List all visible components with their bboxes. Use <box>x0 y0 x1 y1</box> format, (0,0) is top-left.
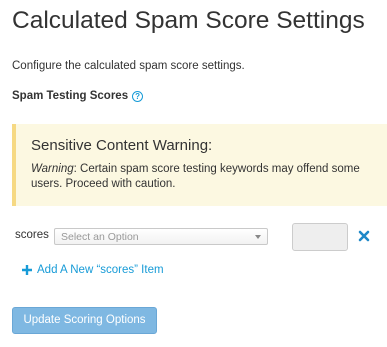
section-label: Spam Testing Scores ? <box>12 88 144 104</box>
page-description: Configure the calculated spam score sett… <box>12 60 245 72</box>
update-scoring-options-button[interactable]: Update Scoring Options <box>12 307 157 334</box>
chevron-down-icon <box>255 235 261 239</box>
add-new-scores-item-link[interactable]: Add A New “scores” Item <box>22 262 164 278</box>
warning-text: Warning: Certain spam score testing keyw… <box>31 162 381 192</box>
scores-select[interactable]: Select an Option <box>54 228 268 245</box>
section-label-text: Spam Testing Scores <box>12 90 129 102</box>
warning-title: Sensitive Content Warning: <box>31 137 213 154</box>
score-value-input[interactable] <box>292 223 348 251</box>
warning-prefix: Warning <box>31 163 74 175</box>
scores-label: scores <box>15 229 49 241</box>
page-title: Calculated Spam Score Settings <box>12 7 365 34</box>
question-circle-icon[interactable]: ? <box>132 90 144 102</box>
times-icon[interactable] <box>357 229 371 243</box>
warning-body: : Certain spam score testing keywords ma… <box>31 163 360 190</box>
page: Calculated Spam Score Settings Configure… <box>0 0 387 347</box>
add-item-label: Add A New “scores” Item <box>37 264 164 276</box>
plus-icon <box>22 265 32 275</box>
scores-row: scores Select an Option <box>0 223 387 251</box>
warning-callout: Sensitive Content Warning: Warning: Cert… <box>12 124 387 206</box>
select-placeholder: Select an Option <box>61 231 139 243</box>
